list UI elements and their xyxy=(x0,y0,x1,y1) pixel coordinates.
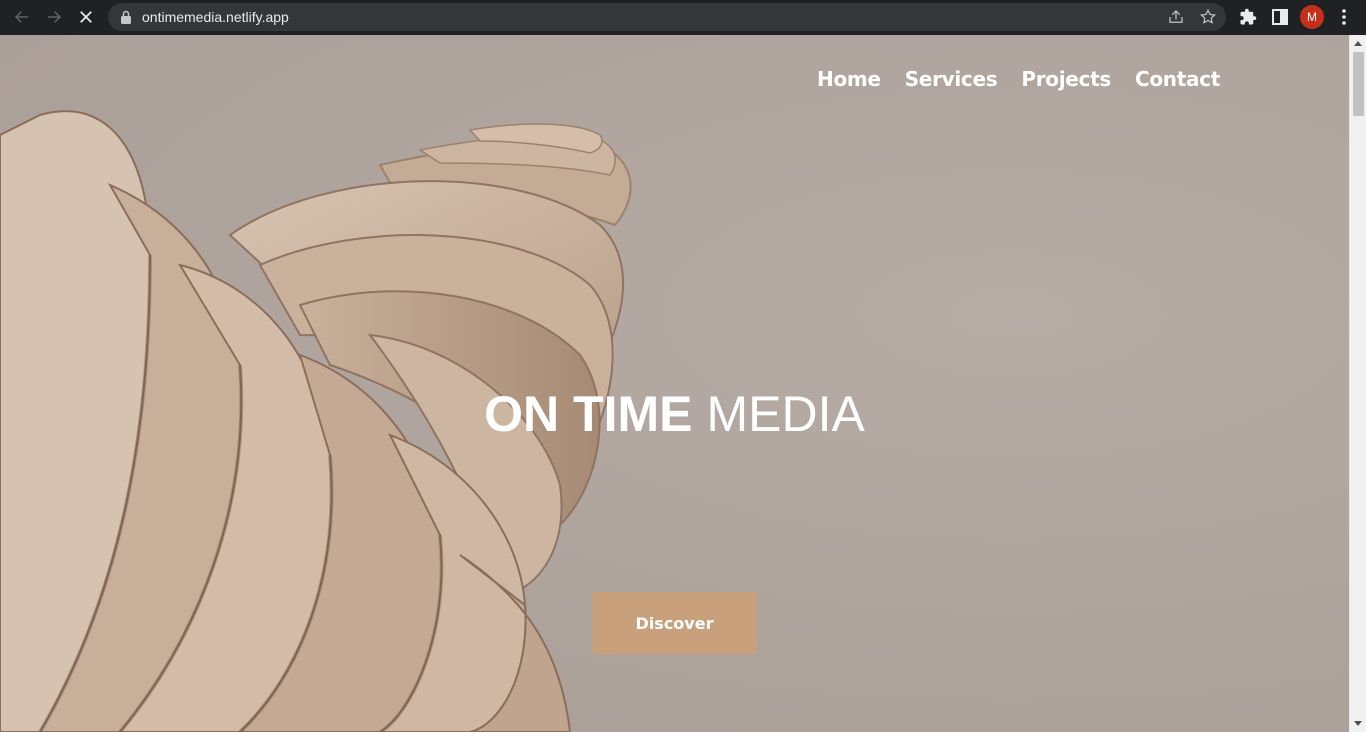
close-icon xyxy=(80,11,92,23)
stop-loading-button[interactable] xyxy=(74,5,98,29)
browser-menu-button[interactable] xyxy=(1334,7,1354,27)
hero-title: ON TIME MEDIA xyxy=(0,385,1349,443)
nav-link-contact[interactable]: Contact xyxy=(1135,67,1220,91)
share-icon[interactable] xyxy=(1167,8,1185,26)
page-scrollbar[interactable] xyxy=(1349,35,1366,732)
forward-button[interactable] xyxy=(42,5,66,29)
discover-button[interactable]: Discover xyxy=(592,592,757,654)
address-bar[interactable]: ontimemedia.netlify.app xyxy=(108,3,1226,31)
lock-icon xyxy=(121,10,131,24)
kebab-menu-icon xyxy=(1342,9,1346,25)
nav-link-services[interactable]: Services xyxy=(905,67,998,91)
nav-link-home[interactable]: Home xyxy=(817,67,881,91)
nav-link-projects[interactable]: Projects xyxy=(1021,67,1111,91)
extensions-button[interactable] xyxy=(1238,7,1258,27)
page-viewport: Home Services Projects Contact ON TIME ME… xyxy=(0,35,1349,732)
arrow-left-icon xyxy=(14,11,28,23)
side-panel-icon xyxy=(1272,9,1288,25)
scroll-up-arrow[interactable] xyxy=(1354,41,1362,46)
puzzle-icon xyxy=(1240,8,1257,25)
arrow-right-icon xyxy=(48,11,62,23)
site-navigation: Home Services Projects Contact xyxy=(817,67,1220,91)
profile-initial: M xyxy=(1307,10,1317,24)
scroll-thumb[interactable] xyxy=(1353,52,1364,116)
back-button[interactable] xyxy=(10,5,34,29)
hero-title-bold: ON TIME xyxy=(484,386,693,442)
profile-avatar[interactable]: M xyxy=(1300,5,1324,29)
hero-title-light: MEDIA xyxy=(706,386,865,442)
browser-toolbar: ontimemedia.netlify.app M xyxy=(0,0,1366,35)
side-panel-button[interactable] xyxy=(1270,7,1290,27)
star-icon[interactable] xyxy=(1199,8,1217,26)
url-text: ontimemedia.netlify.app xyxy=(142,9,289,25)
scroll-down-arrow[interactable] xyxy=(1354,721,1362,726)
